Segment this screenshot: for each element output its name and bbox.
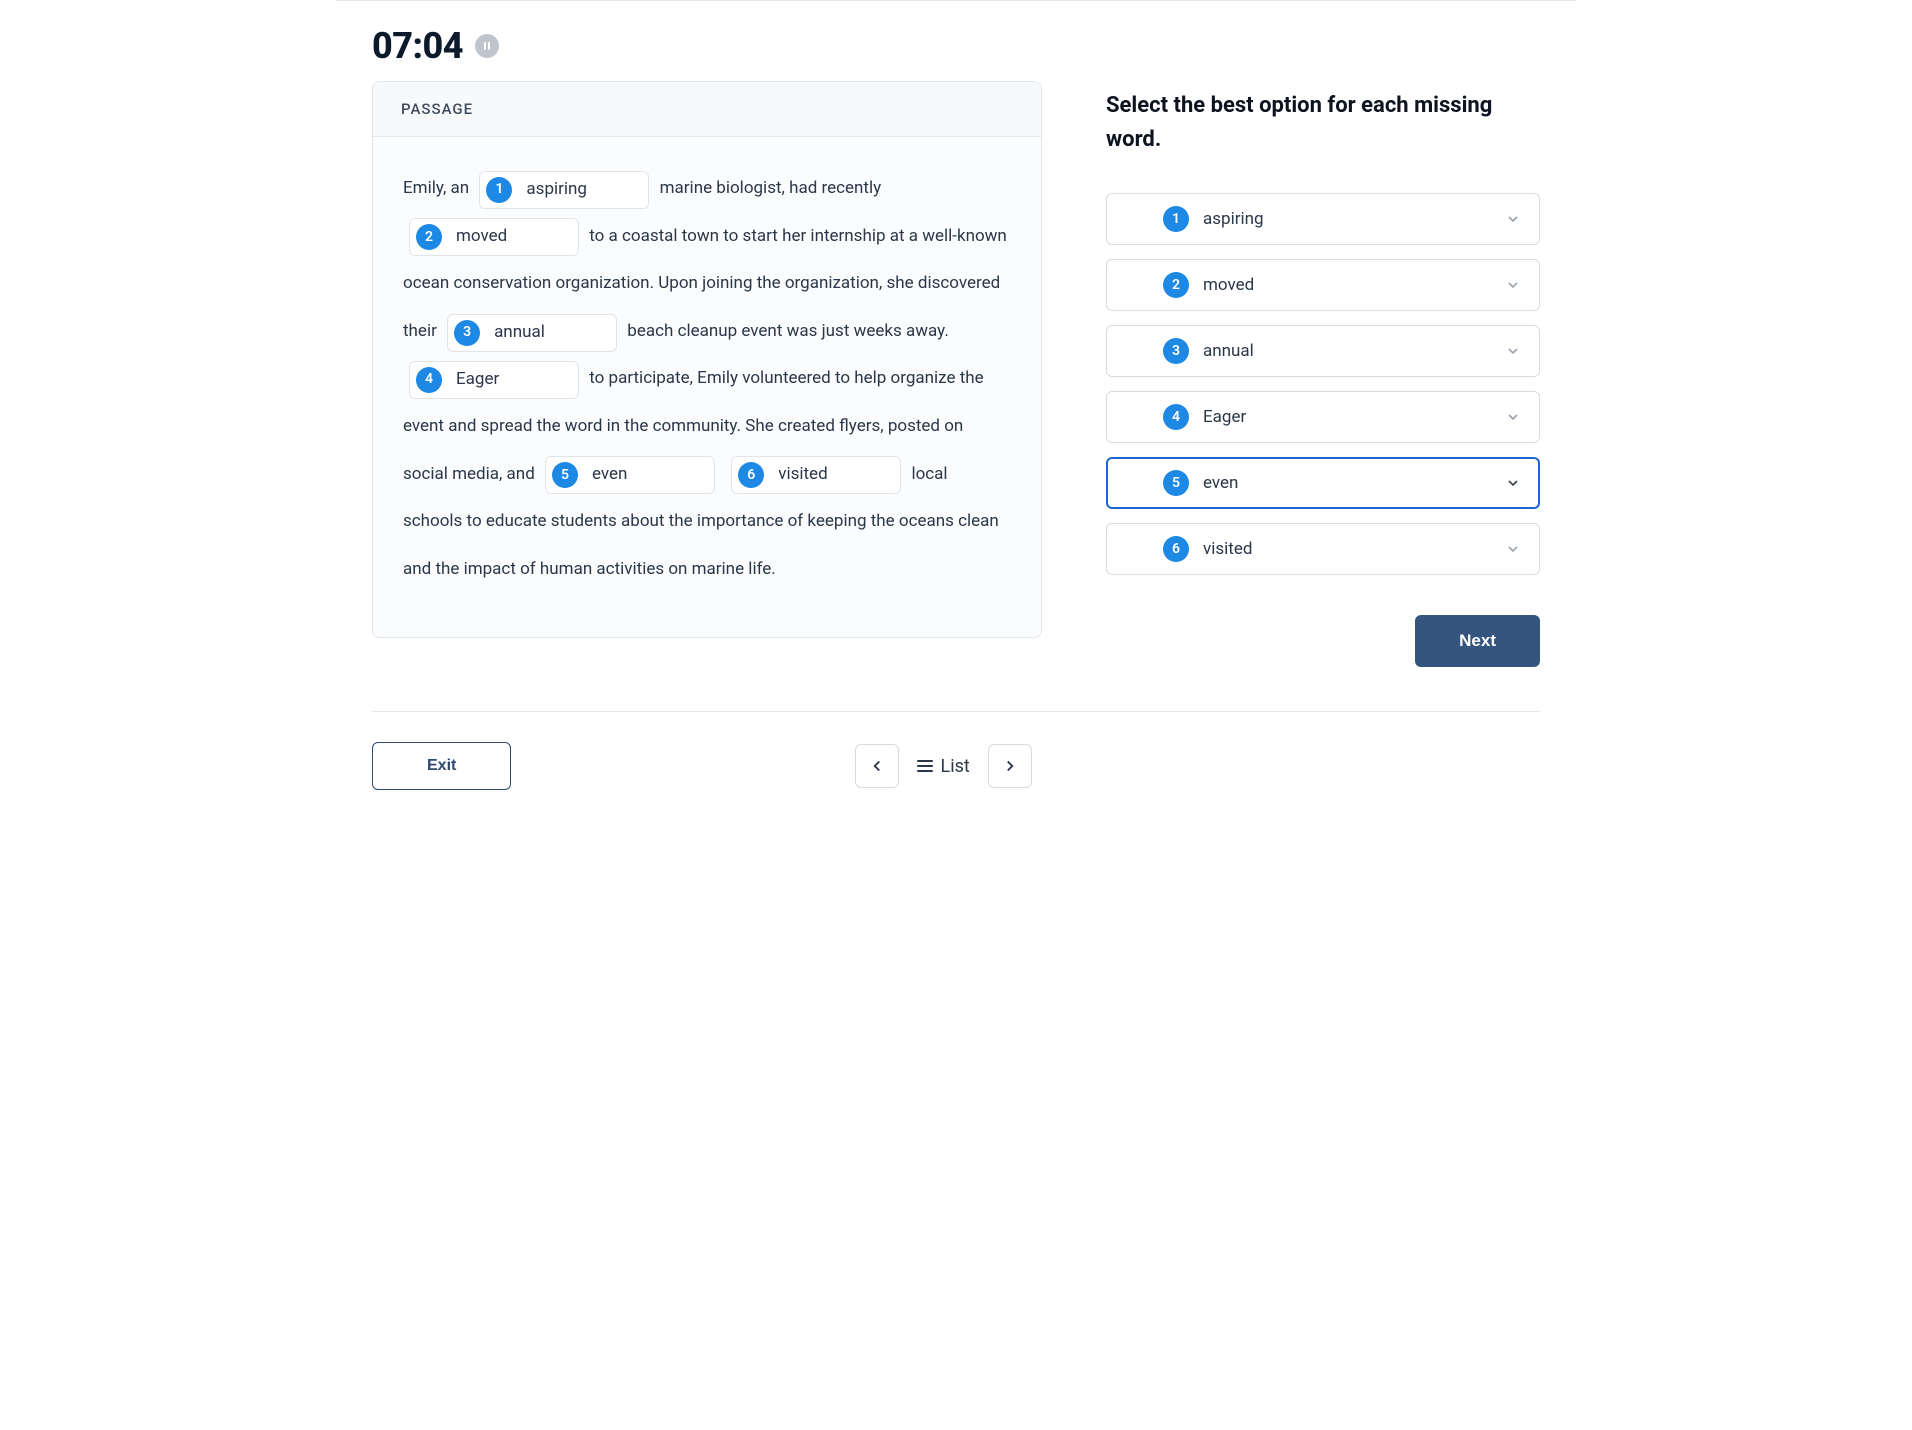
option-select-1[interactable]: 1 aspiring: [1106, 193, 1540, 245]
footer-nav: Exit List: [372, 711, 1540, 790]
passage-body: Emily, an 1 aspiring marine biologist, h…: [373, 137, 1041, 637]
option-select-6[interactable]: 6 visited: [1106, 523, 1540, 575]
blank-word: aspiring: [526, 178, 587, 202]
passage-segment: Emily, an: [403, 178, 473, 198]
blank-number-badge: 4: [416, 367, 442, 393]
passage-card: PASSAGE Emily, an 1 aspiring marine biol…: [372, 81, 1042, 638]
option-selected-value: even: [1203, 473, 1505, 493]
answers-column: Select the best option for each missing …: [1106, 81, 1540, 667]
option-select-2[interactable]: 2 moved: [1106, 259, 1540, 311]
blank-number-badge: 6: [738, 462, 764, 488]
exit-button[interactable]: Exit: [372, 742, 511, 790]
blank-6: 6 visited: [731, 456, 901, 494]
next-question-button[interactable]: [988, 744, 1032, 788]
option-selected-value: annual: [1203, 341, 1505, 361]
option-number-badge: 2: [1163, 272, 1189, 298]
chevron-down-icon: [1505, 343, 1521, 359]
option-number-badge: 6: [1163, 536, 1189, 562]
blank-word: moved: [456, 225, 507, 249]
blank-5: 5 even: [545, 456, 715, 494]
blank-number-badge: 5: [552, 462, 578, 488]
option-selected-value: visited: [1203, 539, 1505, 559]
blank-word: Eager: [456, 368, 499, 392]
chevron-down-icon: [1505, 541, 1521, 557]
list-label: List: [941, 756, 970, 777]
option-selected-value: aspiring: [1203, 209, 1505, 229]
chevron-down-icon: [1505, 211, 1521, 227]
next-button[interactable]: Next: [1415, 615, 1540, 667]
blank-2: 2 moved: [409, 218, 579, 256]
chevron-down-icon: [1505, 409, 1521, 425]
option-select-4[interactable]: 4 Eager: [1106, 391, 1540, 443]
chevron-right-icon: [1001, 757, 1019, 775]
blank-number-badge: 2: [416, 224, 442, 250]
blank-1: 1 aspiring: [479, 171, 649, 209]
chevron-down-icon: [1505, 475, 1521, 491]
pause-button[interactable]: [475, 34, 499, 58]
blank-4: 4 Eager: [409, 361, 579, 399]
chevron-left-icon: [868, 757, 886, 775]
option-select-3[interactable]: 3 annual: [1106, 325, 1540, 377]
blank-word: even: [592, 463, 627, 487]
passage-segment: beach cleanup event was just weeks away.: [627, 321, 949, 341]
option-number-badge: 4: [1163, 404, 1189, 430]
blank-word: annual: [494, 321, 545, 345]
prev-question-button[interactable]: [855, 744, 899, 788]
blank-word: visited: [778, 463, 827, 487]
blank-number-badge: 3: [454, 320, 480, 346]
option-selected-value: Eager: [1203, 407, 1505, 427]
blank-number-badge: 1: [486, 177, 512, 203]
option-select-5[interactable]: 5 even: [1106, 457, 1540, 509]
option-number-badge: 1: [1163, 206, 1189, 232]
list-icon: [917, 760, 933, 772]
pause-icon: [484, 42, 490, 50]
blank-3: 3 annual: [447, 314, 617, 352]
option-number-badge: 3: [1163, 338, 1189, 364]
passage-header: PASSAGE: [373, 82, 1041, 137]
timer-display: 07:04: [372, 25, 463, 67]
chevron-down-icon: [1505, 277, 1521, 293]
option-selected-value: moved: [1203, 275, 1505, 295]
question-list-button[interactable]: List: [917, 756, 970, 777]
passage-segment: marine biologist, had recently: [660, 178, 882, 198]
instruction-text: Select the best option for each missing …: [1106, 89, 1540, 157]
option-number-badge: 5: [1163, 470, 1189, 496]
